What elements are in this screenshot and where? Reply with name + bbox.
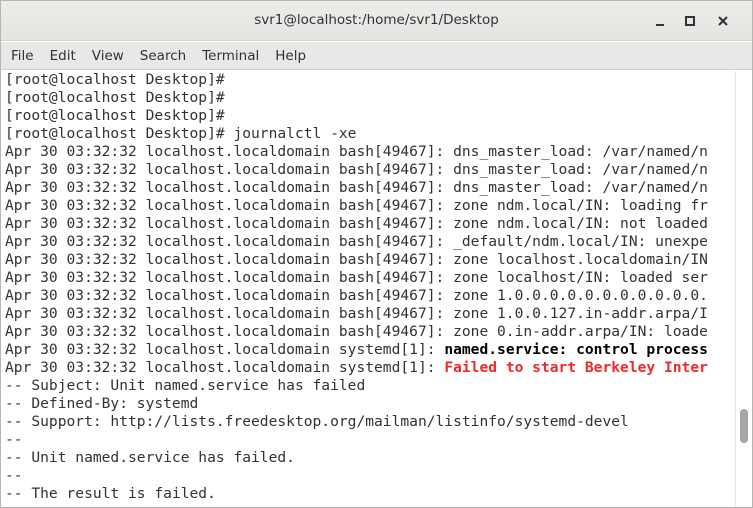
line-text: -- The result is failed. [5,485,216,502]
terminal-line: Apr 30 03:32:32 localhost.localdomain ba… [5,251,734,269]
line-text: -- [5,467,23,484]
line-text: Apr 30 03:32:32 localhost.localdomain ba… [5,269,708,286]
terminal-line: [root@localhost Desktop]# [5,71,734,89]
terminal-line: Apr 30 03:32:32 localhost.localdomain ba… [5,143,734,161]
terminal-line: [root@localhost Desktop]# [5,107,734,125]
line-text: [root@localhost Desktop]# journalctl -xe [5,125,357,142]
line-text: Apr 30 03:32:32 localhost.localdomain ba… [5,215,708,232]
terminal-line: -- The result is failed. [5,485,734,503]
scrollbar-thumb[interactable] [740,409,748,443]
line-text: [root@localhost Desktop]# [5,89,225,106]
close-icon [718,16,728,26]
minimize-icon [656,24,664,26]
line-text: -- Defined-By: systemd [5,395,199,412]
line-text: Apr 30 03:32:32 localhost.localdomain ba… [5,197,708,214]
terminal-line: -- Unit named.service has failed. [5,449,734,467]
menu-bar: File Edit View Search Terminal Help [1,42,752,70]
line-text: Apr 30 03:32:32 localhost.localdomain ba… [5,233,708,250]
terminal-line: Apr 30 03:32:32 localhost.localdomain ba… [5,323,734,341]
terminal-line: -- [5,467,734,485]
line-text: -- [5,431,23,448]
terminal-line: -- Subject: Unit named.service has faile… [5,377,734,395]
maximize-icon [685,16,695,26]
menu-file[interactable]: File [3,42,42,70]
line-text: Apr 30 03:32:32 localhost.localdomain ba… [5,251,708,268]
terminal-line: Apr 30 03:32:32 localhost.localdomain ba… [5,233,734,251]
terminal-line: -- Defined-By: systemd [5,395,734,413]
maximize-button[interactable] [678,9,702,33]
terminal-line: Apr 30 03:32:32 localhost.localdomain ba… [5,305,734,323]
line-text: Apr 30 03:32:32 localhost.localdomain ba… [5,287,708,304]
menu-terminal[interactable]: Terminal [194,42,267,70]
line-text: Apr 30 03:32:32 localhost.localdomain sy… [5,341,445,358]
line-text: [root@localhost Desktop]# [5,71,225,88]
terminal-line: [root@localhost Desktop]# journalctl -xe [5,125,734,143]
terminal-line: Apr 30 03:32:32 localhost.localdomain ba… [5,179,734,197]
bold-message: named.service: control process [444,341,708,358]
menu-help[interactable]: Help [267,42,314,70]
window-title: svr1@localhost:/home/svr1/Desktop [254,12,499,28]
error-message: Failed to start Berkeley Inter [444,359,708,376]
title-bar[interactable]: svr1@localhost:/home/svr1/Desktop [1,1,752,41]
line-text: Apr 30 03:32:32 localhost.localdomain ba… [5,179,708,196]
terminal-output[interactable]: [root@localhost Desktop]# [root@localhost… [1,71,734,507]
terminal-line: Apr 30 03:32:32 localhost.localdomain ba… [5,269,734,287]
line-text: -- Subject: Unit named.service has faile… [5,377,366,394]
minimize-button[interactable] [648,9,672,33]
line-text: Apr 30 03:32:32 localhost.localdomain ba… [5,143,708,160]
terminal-line: -- [5,431,734,449]
menu-search[interactable]: Search [132,42,194,70]
line-text: Apr 30 03:32:32 localhost.localdomain ba… [5,161,708,178]
terminal-line: Apr 30 03:32:32 localhost.localdomain ba… [5,161,734,179]
line-text: [root@localhost Desktop]# [5,107,225,124]
close-button[interactable] [711,9,735,33]
terminal-line: Apr 30 03:32:32 localhost.localdomain ba… [5,215,734,233]
menu-edit[interactable]: Edit [42,42,84,70]
menu-view[interactable]: View [84,42,132,70]
terminal-line: Apr 30 03:32:32 localhost.localdomain ba… [5,287,734,305]
terminal-line: Apr 30 03:32:32 localhost.localdomain sy… [5,341,734,359]
terminal-line: Apr 30 03:32:32 localhost.localdomain sy… [5,359,734,377]
line-text: Apr 30 03:32:32 localhost.localdomain ba… [5,305,708,322]
line-text: Apr 30 03:32:32 localhost.localdomain sy… [5,359,445,376]
terminal-line: [root@localhost Desktop]# [5,89,734,107]
terminal-line: Apr 30 03:32:32 localhost.localdomain ba… [5,197,734,215]
terminal-window: svr1@localhost:/home/svr1/Desktop File E… [0,0,753,508]
line-text: -- Unit named.service has failed. [5,449,295,466]
line-text: Apr 30 03:32:32 localhost.localdomain ba… [5,323,708,340]
vertical-scrollbar[interactable] [735,71,752,507]
terminal-line: -- Support: http://lists.freedesktop.org… [5,413,734,431]
line-text: -- Support: http://lists.freedesktop.org… [5,413,629,430]
